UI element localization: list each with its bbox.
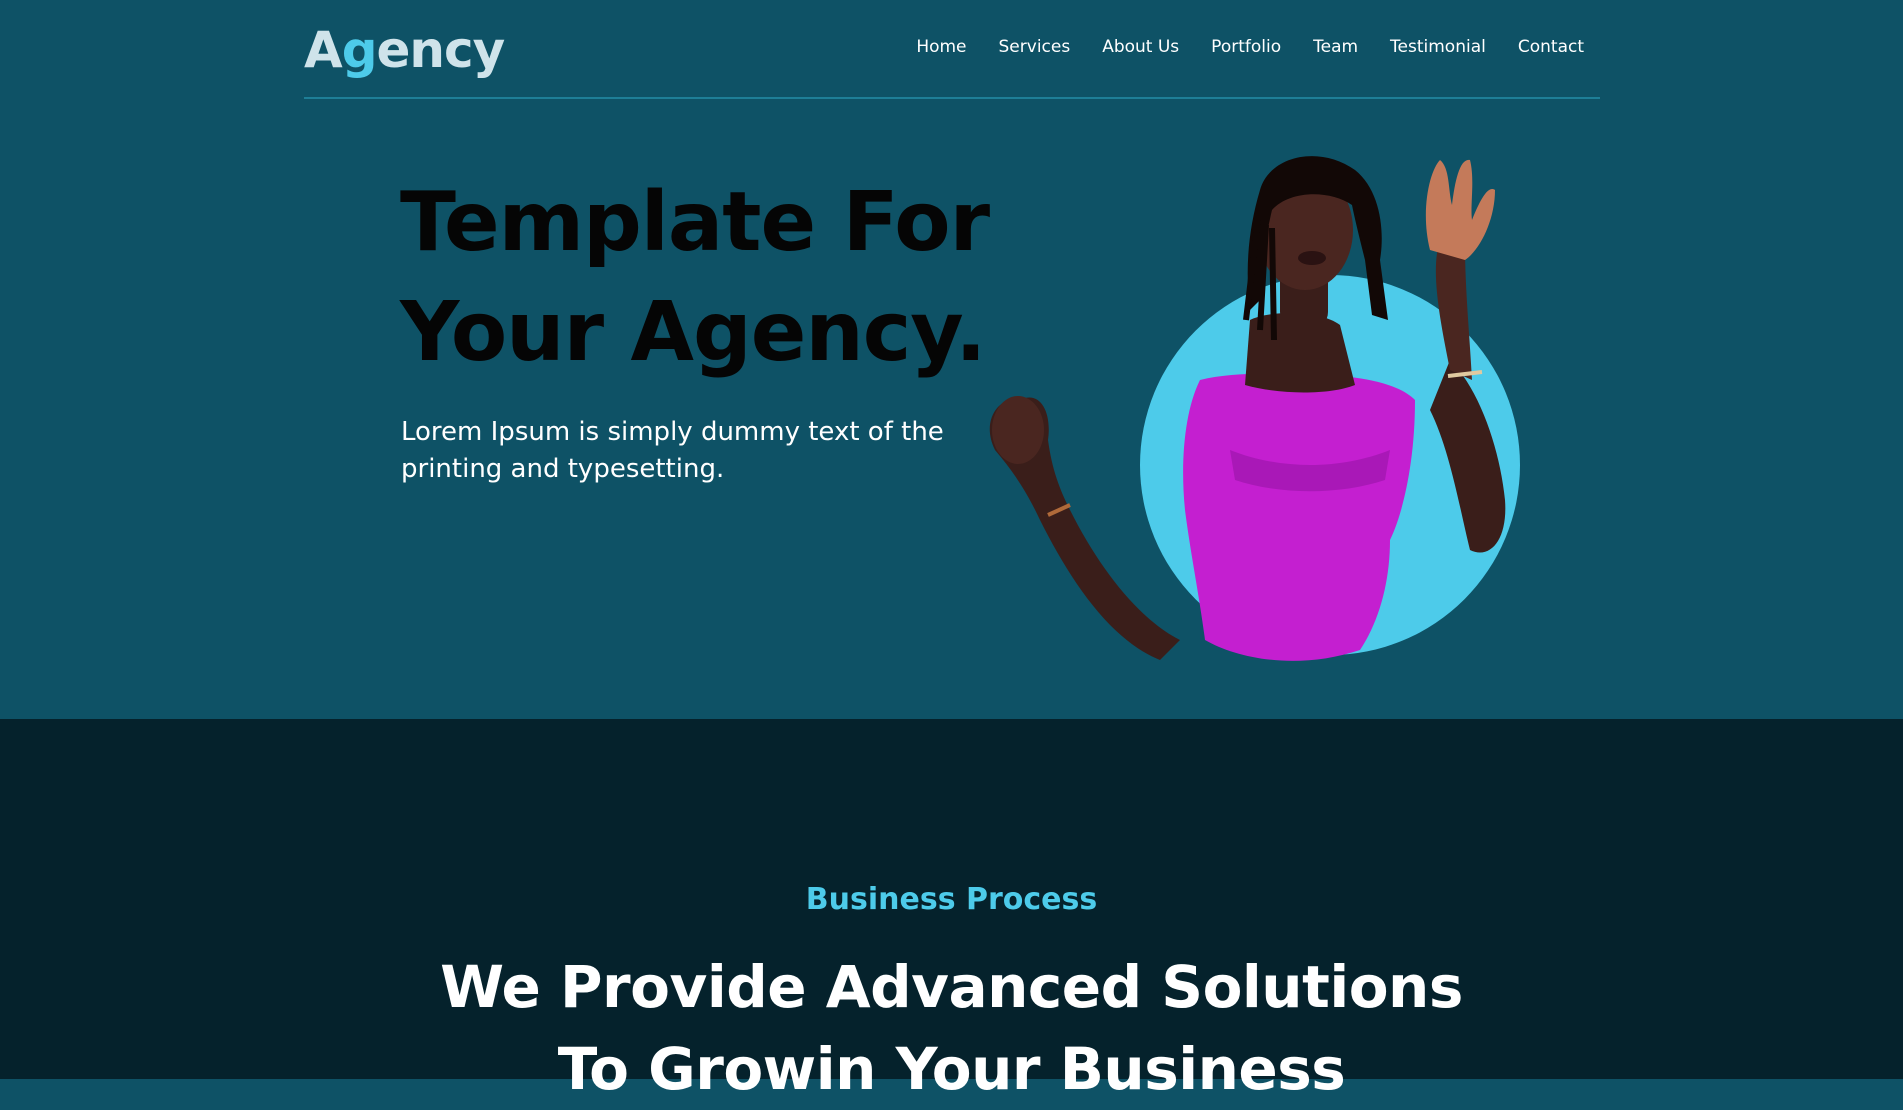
nav-services[interactable]: Services [999,36,1071,58]
business-process-title: We Provide Advanced Solutions To Growin … [0,946,1903,1110]
nav-testimonial[interactable]: Testimonial [1390,36,1486,58]
logo-accent-letter: g [341,21,378,79]
woman-in-purple-dress-image [989,156,1520,661]
nav-team[interactable]: Team [1313,36,1358,58]
figure-right-hand [1425,159,1495,260]
hero-subtitle: Lorem Ipsum is simply dummy text of the … [401,414,961,488]
main-nav: Home Services About Us Portfolio Team Te… [884,36,1584,58]
logo-letter-a: A [304,21,343,79]
nav-contact[interactable]: Contact [1518,36,1584,58]
business-process-eyebrow: Business Process [805,882,1098,917]
business-process-title-line2: To Growin Your Business [557,1035,1346,1103]
logo-rest: ency [376,21,506,79]
business-process-title-line1: We Provide Advanced Solutions [440,953,1463,1021]
hero-title-line2: Your Agency. [400,285,986,380]
hero-title: Template For Your Agency. [400,168,1020,388]
nav-about-us[interactable]: About Us [1102,36,1179,58]
navbar: Agency Home Services About Us Portfolio … [304,0,1600,99]
hero-subtitle-line1: Lorem Ipsum is simply dummy text of the [401,417,944,447]
hero-title-line1: Template For [400,175,990,270]
hero-subtitle-line2: printing and typesetting. [401,454,725,484]
figure-left-fist [992,396,1044,464]
logo[interactable]: Agency [304,18,506,82]
nav-home[interactable]: Home [916,36,966,58]
figure-lips [1298,251,1326,265]
hero-section: Agency Home Services About Us Portfolio … [0,0,1903,719]
nav-portfolio[interactable]: Portfolio [1211,36,1281,58]
